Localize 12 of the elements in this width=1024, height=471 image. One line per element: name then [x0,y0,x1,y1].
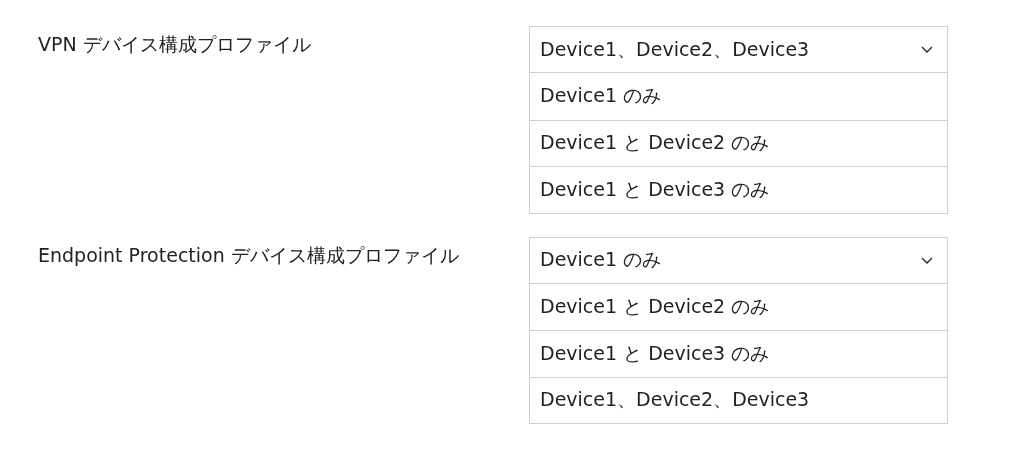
question-label: VPN デバイス構成プロファイル [38,32,311,56]
dropdown-option[interactable]: Device1 のみ [530,73,947,120]
dropdown-option[interactable]: Device1、Device2、Device3 [530,376,947,423]
dropdown-option[interactable]: Device1 と Device3 のみ [530,330,947,377]
dropdown-option[interactable]: Device1 と Device2 のみ [530,119,947,166]
question-label: Endpoint Protection デバイス構成プロファイル [38,242,459,267]
dropdown-select[interactable]: Device1、Device2、Device3 [530,27,947,73]
chevron-down-icon [921,46,933,53]
dropdown-option[interactable]: Device1 と Device2 のみ [530,283,947,330]
dropdown-option[interactable]: Device1 と Device3 のみ [530,166,947,213]
dropdown-select[interactable]: Device1 のみ [530,237,947,284]
chevron-down-icon [921,256,933,264]
